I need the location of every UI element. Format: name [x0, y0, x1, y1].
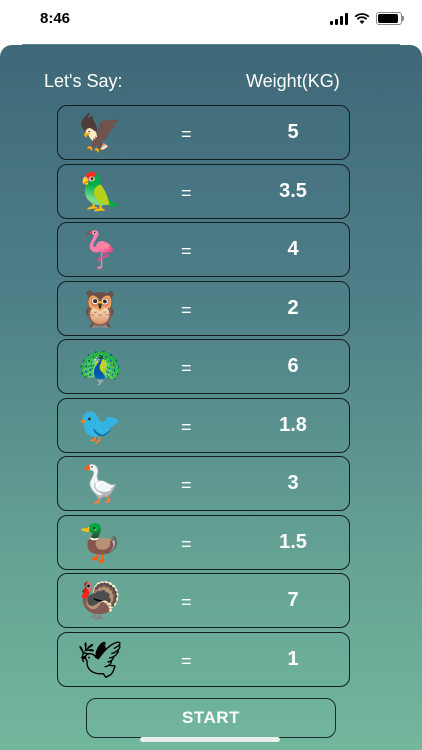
- goose-icon: 🪿: [77, 463, 123, 504]
- bird-row-flamingo: 🦩 = 4: [57, 222, 350, 277]
- weight-value: 1.8: [279, 413, 307, 436]
- equals-sign: =: [181, 475, 192, 495]
- weights-sheet: Let's Say: Weight(KG) 🦅 = 5 🦜 = 3.5 🦩 = …: [0, 45, 422, 750]
- header-row: Let's Say: Weight(KG): [0, 71, 422, 95]
- weight-value: 2: [287, 296, 299, 319]
- status-time: 8:46: [40, 10, 71, 27]
- weight-value: 1: [287, 647, 299, 670]
- eagle-icon: 🦅: [77, 112, 123, 153]
- equals-sign: =: [181, 124, 192, 144]
- bird-row-parrot: 🦜 = 3.5: [57, 163, 350, 219]
- home-indicator[interactable]: [140, 737, 280, 742]
- duck-icon: 🦆: [77, 521, 123, 563]
- bird-row-turkey: 🦃 = 7: [57, 573, 350, 628]
- equals-sign: =: [181, 299, 192, 320]
- weight-value: 1.5: [279, 530, 307, 553]
- bird-row-eagle: 🦅 = 5: [57, 105, 350, 160]
- cellular-signal-icon: [330, 12, 348, 25]
- equals-sign: =: [181, 533, 192, 554]
- bird-row-goose: 🪿 = 3: [57, 456, 350, 511]
- bluebird-icon: 🐦: [77, 404, 123, 446]
- bird-row-bluebird: 🐦 = 1.8: [57, 397, 350, 453]
- equals-sign: =: [181, 358, 192, 378]
- bird-row-peacock: 🦚 = 6: [57, 339, 350, 394]
- owl-icon: 🦉: [77, 287, 123, 329]
- bird-row-owl: 🦉 = 2: [57, 280, 350, 336]
- equals-sign: =: [181, 650, 192, 671]
- weight-value: 3.5: [279, 179, 307, 202]
- peacock-icon: 🦚: [77, 346, 123, 387]
- weight-value: 5: [287, 121, 299, 143]
- start-button[interactable]: START: [86, 698, 336, 738]
- bird-weight-list: 🦅 = 5 🦜 = 3.5 🦩 = 4 🦉 = 2 🦚 = 6 🐦 = 1.8: [57, 105, 352, 690]
- bird-row-pigeon: 🕊 = 1: [57, 631, 350, 687]
- parrot-icon: 🦜: [77, 170, 123, 212]
- weight-value: 6: [287, 355, 299, 377]
- battery-icon: [376, 12, 404, 25]
- weight-value: 7: [287, 589, 299, 611]
- equals-sign: =: [181, 416, 192, 437]
- pigeon-icon: 🕊: [77, 638, 123, 680]
- turkey-icon: 🦃: [77, 580, 123, 621]
- weight-kg-label: Weight(KG): [246, 71, 340, 91]
- lets-say-label: Let's Say:: [44, 71, 123, 91]
- equals-sign: =: [181, 241, 192, 261]
- weight-value: 4: [287, 238, 299, 260]
- wifi-icon: [354, 12, 370, 24]
- status-bar: 8:46: [0, 0, 422, 44]
- bird-row-duck: 🦆 = 1.5: [57, 514, 350, 570]
- status-icons: [330, 12, 404, 25]
- flamingo-icon: 🦩: [77, 229, 123, 270]
- equals-sign: =: [181, 592, 192, 612]
- weight-value: 3: [287, 472, 299, 494]
- equals-sign: =: [181, 182, 192, 203]
